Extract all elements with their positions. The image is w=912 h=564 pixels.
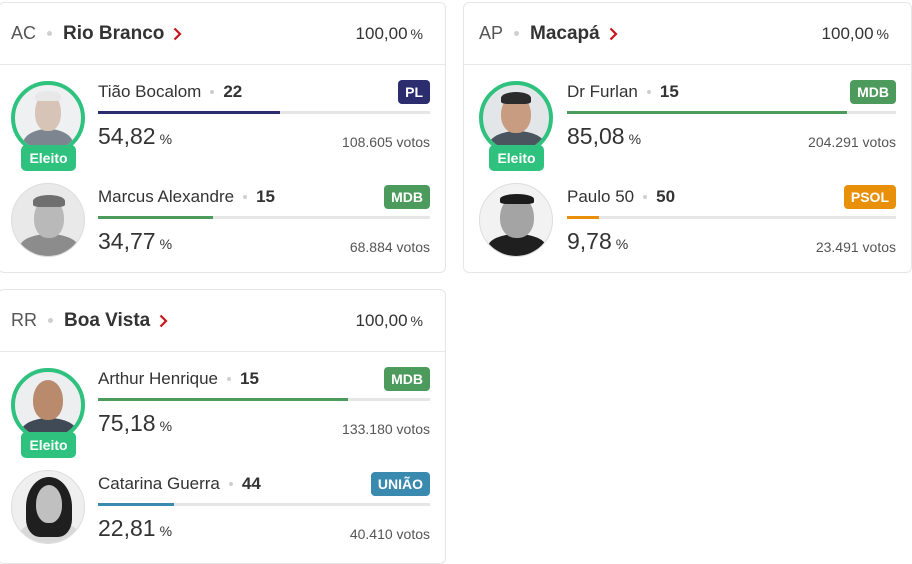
candidate-name: Dr Furlan [567,82,638,101]
vote-share-bar [567,216,896,219]
vote-count: 68.884 votos [349,239,430,255]
candidate-name: Tião Bocalom [98,82,202,101]
vote-share-fill [567,111,847,114]
candidate-photo [11,183,85,257]
candidate-photo [479,81,553,155]
state-code: AP [479,23,504,43]
vote-share-fill [98,503,174,506]
elected-badge: Eleito [21,145,76,171]
state-code: RR [11,310,37,330]
separator-dot [227,377,232,381]
chevron-right-icon[interactable] [609,27,618,41]
candidate-row[interactable]: Eleito Dr Furlan 15 MDB 85,08% 204.291 v… [464,66,911,171]
party-badge: UNIÃO [370,472,430,496]
party-badge: MDB [384,185,430,209]
separator-dot [48,318,53,323]
candidate-row[interactable]: Paulo 50 50 PSOL 9,78% 23.491 votos [464,171,911,272]
city-name-link[interactable]: Rio Branco [63,23,164,45]
total-counted: 100,00% [355,310,423,330]
vote-percentage: 22,81% [98,515,173,541]
avatar [11,470,85,544]
city-card-header[interactable]: AC Rio Branco 100,00% [0,3,445,65]
avatar: Eleito [479,81,553,171]
separator-dot [243,195,248,199]
vote-percentage: 34,77% [98,228,173,254]
vote-percentage: 54,82% [98,123,173,149]
avatar [479,183,553,257]
city-name-link[interactable]: Macapá [530,23,600,45]
city-card-macapa: AP Macapá 100,00% Eleito Dr Furlan 15 MD… [463,2,912,273]
candidate-row[interactable]: Catarina Guerra 44 UNIÃO 22,81% 40.410 v… [0,458,445,563]
avatar [11,183,85,257]
vote-count: 23.491 votos [815,239,896,255]
candidate-row[interactable]: Marcus Alexandre 15 MDB 34,77% 68.884 vo… [0,171,445,272]
candidate-number: 22 [223,82,243,101]
vote-share-fill [567,216,600,219]
vote-count: 133.180 votos [342,421,430,437]
party-badge: PSOL [843,185,896,209]
total-counted: 100,00% [821,23,889,43]
vote-share-bar [567,111,896,114]
vote-percentage: 85,08% [567,123,642,149]
vote-percentage: 9,78% [567,228,629,254]
city-card-boa-vista: RR Boa Vista 100,00% Eleito Arthur Henri… [0,289,446,564]
vote-share-bar [98,216,430,219]
elected-badge: Eleito [489,145,544,171]
separator-dot [47,31,53,36]
party-badge: MDB [384,367,430,391]
vote-share-bar [98,398,430,401]
candidate-name: Marcus Alexandre [98,187,235,206]
vote-share-bar [98,503,430,506]
candidate-photo [479,183,553,257]
candidate-name: Catarina Guerra [98,474,220,493]
chevron-right-icon[interactable] [159,314,168,328]
candidate-name: Arthur Henrique [98,369,219,388]
city-name-link[interactable]: Boa Vista [64,310,150,332]
candidate-number: 15 [240,369,259,388]
state-code: AC [11,23,37,43]
candidate-photo [11,470,85,544]
candidate-name: Paulo 50 [567,187,635,206]
party-badge: PL [398,80,430,104]
candidate-row[interactable]: Eleito Tião Bocalom 22 PL 54,82% 108.605… [0,66,445,171]
separator-dot [643,195,648,199]
vote-count: 40.410 votos [349,526,430,542]
elected-badge: Eleito [21,432,76,458]
vote-share-fill [98,398,348,401]
candidate-photo [11,81,85,155]
candidate-number: 50 [656,187,676,206]
vote-count: 204.291 votos [808,134,896,150]
candidate-number: 15 [659,82,679,101]
city-card-header[interactable]: RR Boa Vista 100,00% [0,290,445,352]
total-counted: 100,00% [355,23,423,43]
city-card-header[interactable]: AP Macapá 100,00% [464,3,911,65]
candidate-photo [11,368,85,442]
separator-dot [228,482,233,486]
candidate-number: 15 [256,187,275,206]
separator-dot [210,90,215,94]
vote-share-fill [98,216,214,219]
vote-share-fill [98,111,280,114]
party-badge: MDB [850,80,896,104]
candidate-row[interactable]: Eleito Arthur Henrique 15 MDB 75,18% 133… [0,353,445,458]
vote-share-bar [98,111,430,114]
avatar: Eleito [11,368,85,458]
vote-percentage: 75,18% [98,410,173,436]
chevron-right-icon[interactable] [173,27,182,41]
vote-count: 108.605 votos [342,134,430,150]
candidate-number: 44 [241,474,261,493]
avatar: Eleito [11,81,85,171]
city-card-rio-branco: AC Rio Branco 100,00% Eleito Tião Bocalo… [0,2,446,273]
separator-dot [514,31,520,36]
separator-dot [646,90,651,94]
